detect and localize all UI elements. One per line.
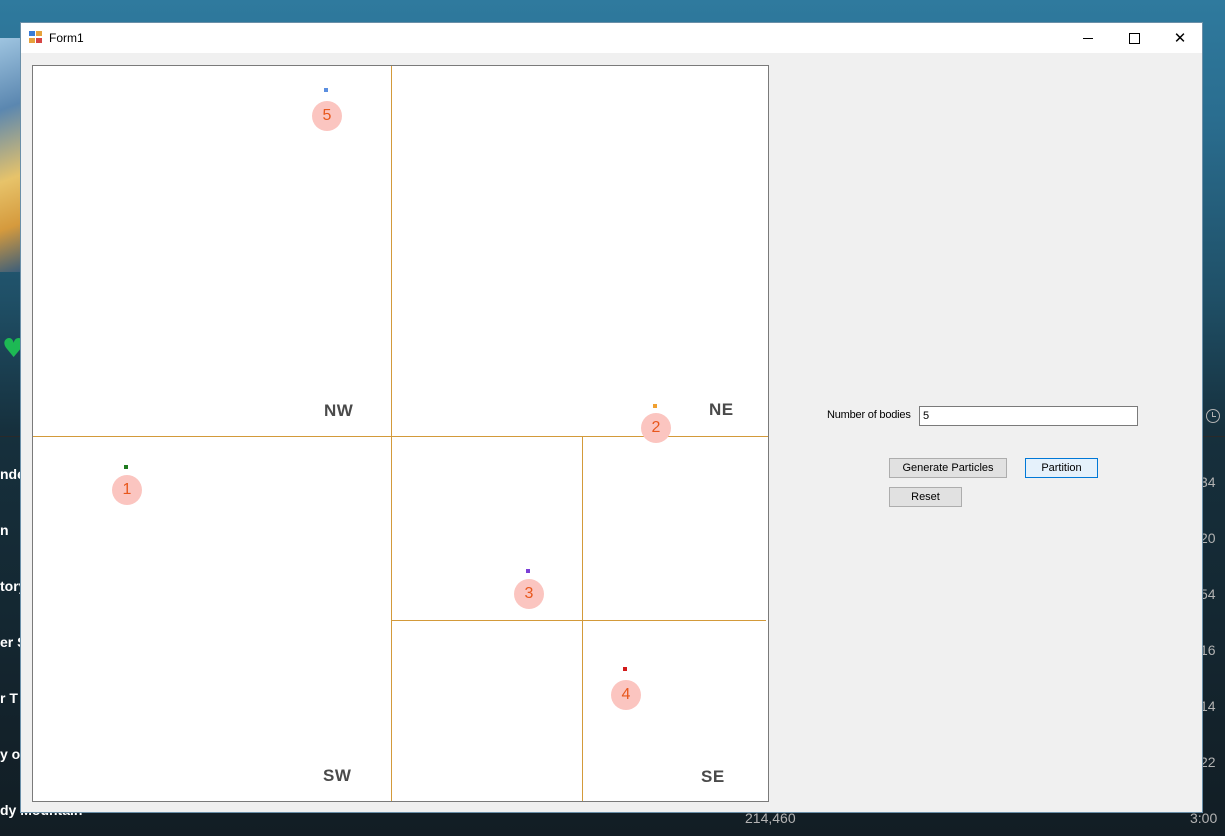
partition-button[interactable]: Partition [1025, 458, 1098, 478]
reset-button[interactable]: Reset [889, 487, 962, 507]
maximize-button[interactable] [1111, 23, 1157, 53]
close-button[interactable]: ✕ [1157, 23, 1203, 53]
bodies-count-input[interactable] [919, 406, 1138, 426]
bodies-count-label: Number of bodies [827, 409, 911, 421]
close-icon: ✕ [1173, 29, 1187, 47]
generate-particles-button[interactable]: Generate Particles [889, 458, 1007, 478]
particle-dot [324, 88, 328, 92]
quadrant-label-sw: SW [323, 766, 352, 785]
quadrant-label-se: SE [701, 767, 725, 786]
particle-label: 1 [112, 475, 142, 505]
particle-label: 2 [641, 413, 671, 443]
quadrant-label-nw: NW [324, 401, 354, 420]
track-title-fragment[interactable]: n [0, 522, 9, 538]
particle-label: 5 [312, 101, 342, 131]
particle-dot [526, 569, 530, 573]
album-art [0, 38, 20, 272]
particle-dot [653, 404, 657, 408]
app-icon [29, 31, 43, 44]
track-title-fragment[interactable]: r T [0, 690, 18, 706]
particle-label: 3 [514, 579, 544, 609]
particle-dot [623, 667, 627, 671]
form-window: Form1 ✕ NW NE SW SE 1 2 3 4 5 Number of … [20, 22, 1203, 813]
partition-line [582, 436, 583, 801]
quadtree-canvas[interactable]: NW NE SW SE 1 2 3 4 5 [32, 65, 769, 802]
particle-dot [124, 465, 128, 469]
window-title: Form1 [49, 31, 84, 45]
partition-line [391, 620, 766, 621]
partition-line [391, 66, 392, 801]
maximize-icon [1128, 32, 1140, 44]
minimize-button[interactable] [1065, 23, 1111, 53]
title-bar[interactable]: Form1 ✕ [21, 23, 1202, 53]
clock-icon [1206, 409, 1220, 423]
quadrant-label-ne: NE [709, 400, 734, 419]
minimize-icon [1083, 37, 1093, 39]
particle-label: 4 [611, 680, 641, 710]
